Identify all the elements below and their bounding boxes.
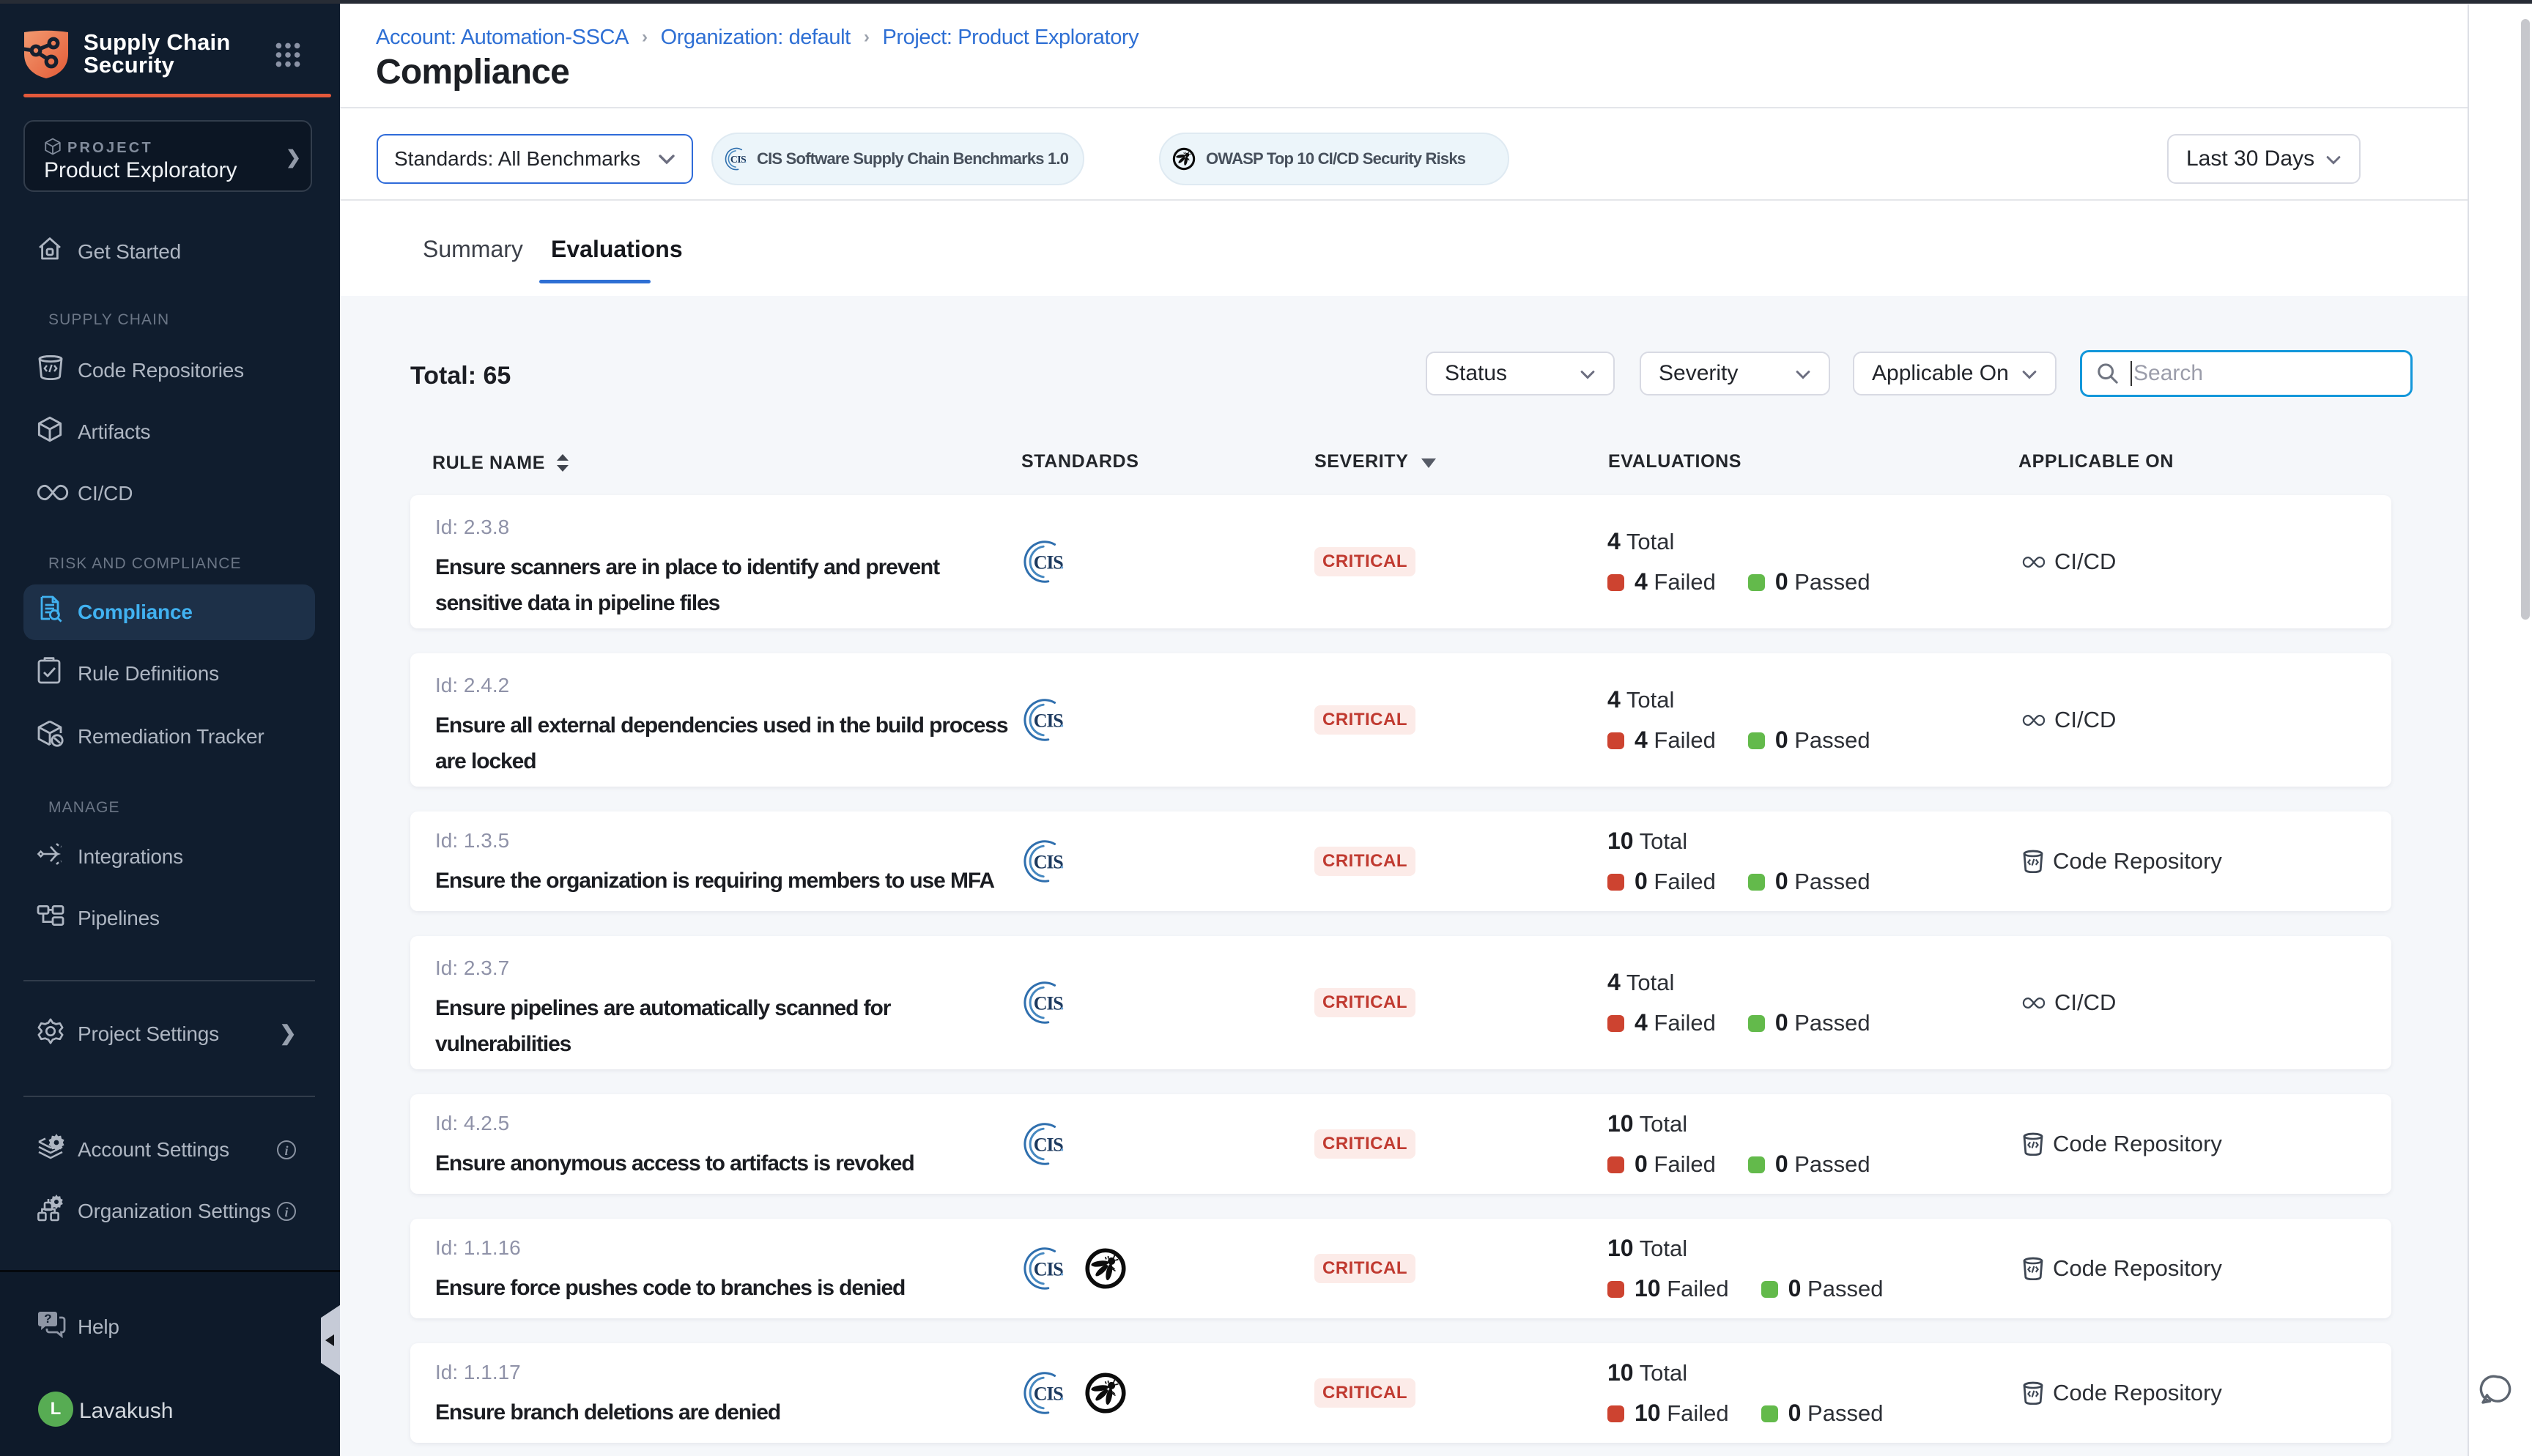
svg-text:?: ? [44, 1312, 51, 1326]
